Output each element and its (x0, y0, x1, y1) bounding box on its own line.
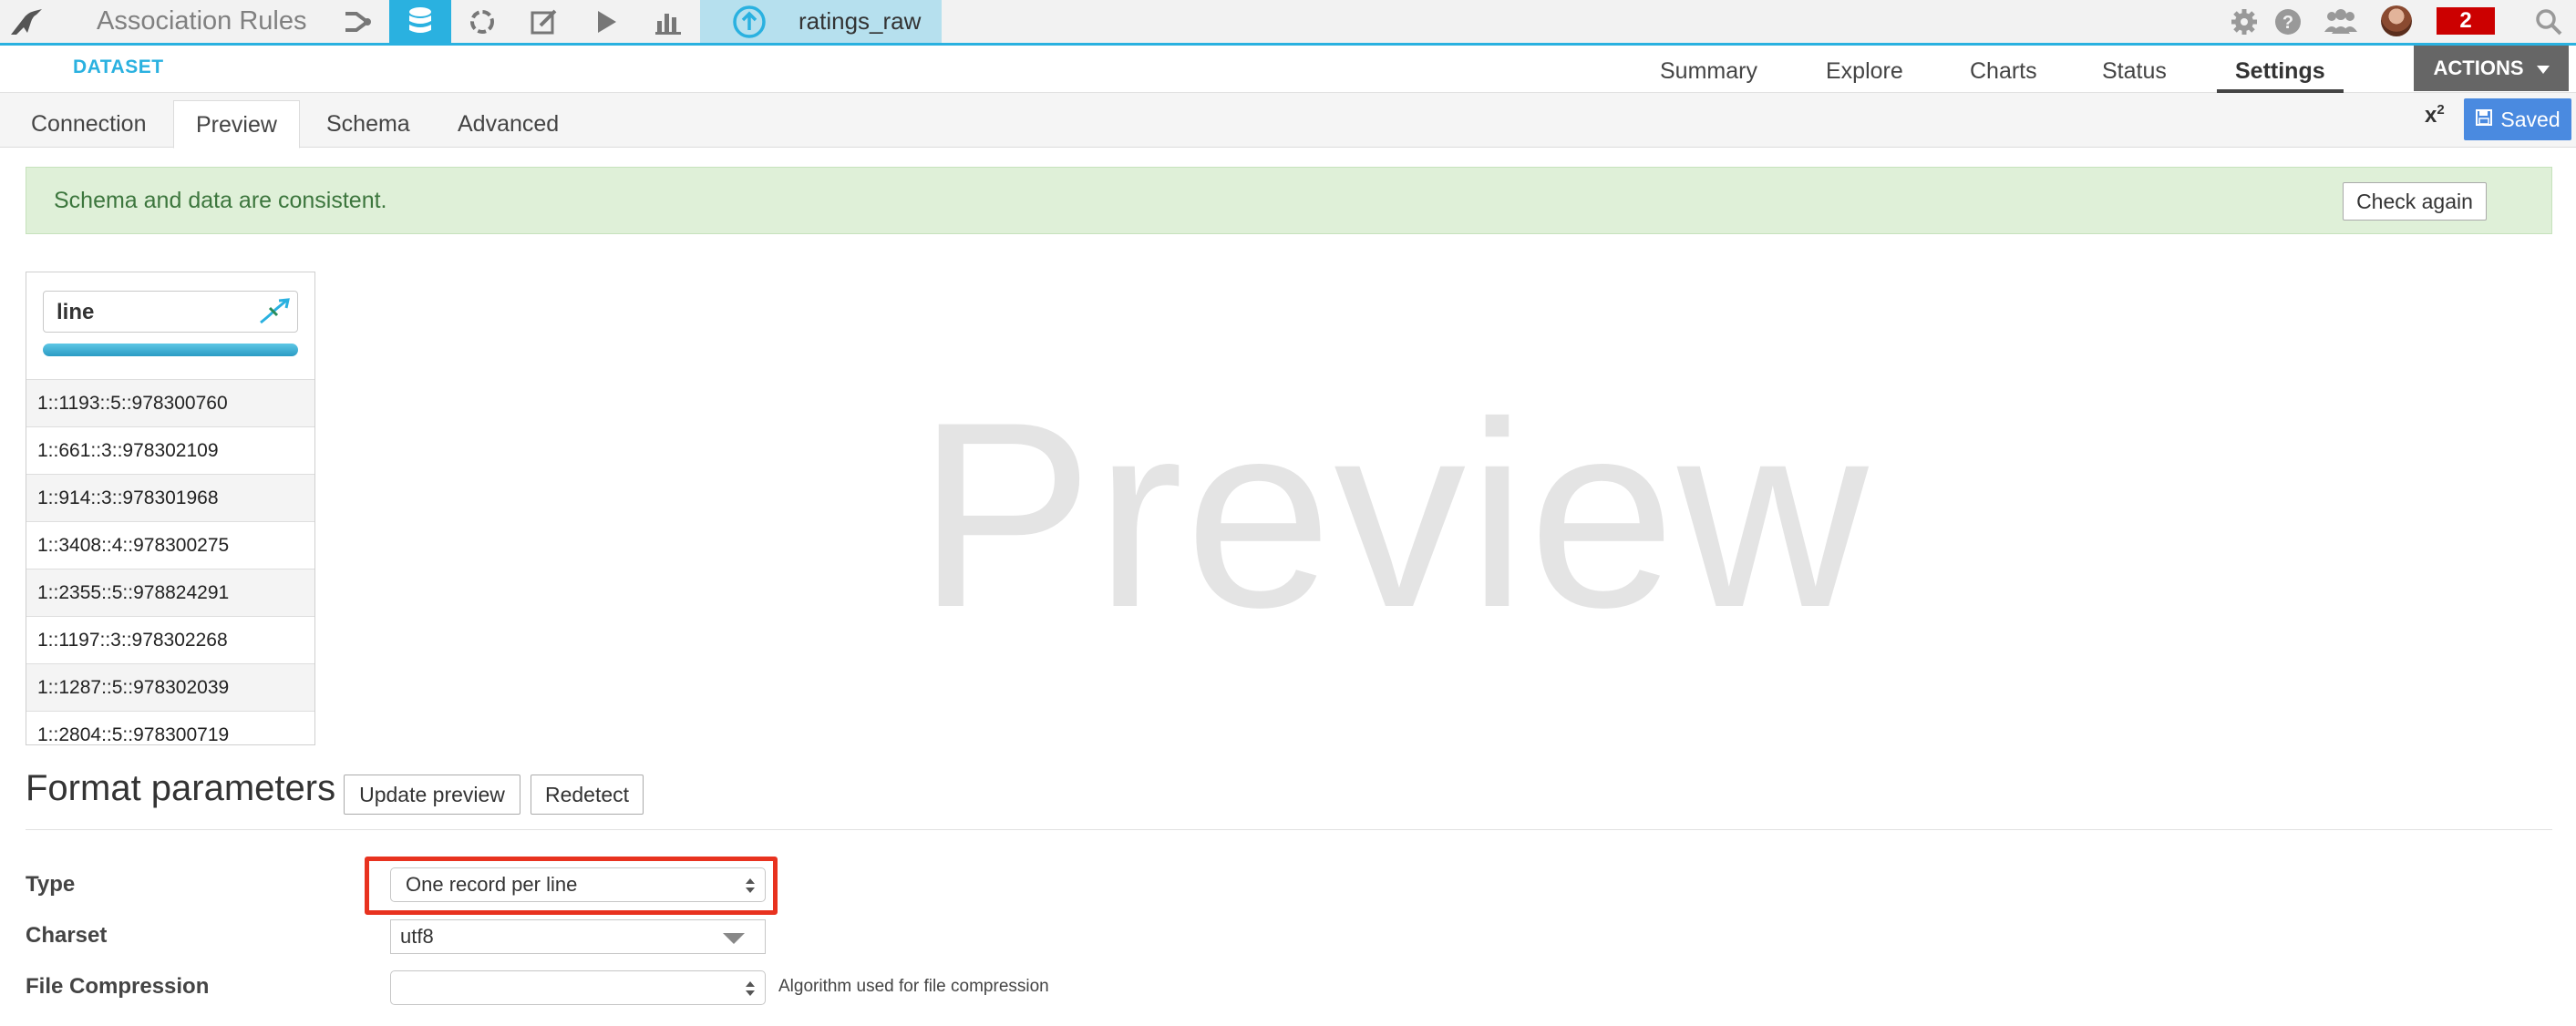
check-again-button[interactable]: Check again (2343, 182, 2487, 221)
type-label: Type (26, 872, 76, 897)
file-compression-select[interactable] (390, 970, 766, 1005)
column-quality-bar (43, 344, 298, 356)
jobs-icon[interactable] (575, 0, 637, 43)
schema-consistency-alert: Schema and data are consistent. (26, 167, 2552, 234)
datasets-icon[interactable] (389, 0, 451, 43)
app-logo-icon[interactable] (0, 0, 55, 43)
charset-select-value: utf8 (400, 925, 434, 948)
charset-select[interactable]: utf8 (390, 919, 766, 954)
dashboards-icon[interactable] (637, 0, 699, 43)
recipes-icon[interactable] (451, 0, 513, 43)
tab-status[interactable]: Status (2102, 46, 2167, 93)
charset-label: Charset (26, 923, 108, 948)
help-icon[interactable]: ? (2272, 0, 2304, 43)
caret-down-icon (723, 933, 745, 944)
alert-message: Schema and data are consistent. (54, 188, 387, 213)
table-row: 1::1193::5::978300760 (26, 380, 314, 427)
tab-summary[interactable]: Summary (1660, 46, 1757, 93)
section-divider (26, 829, 2552, 830)
save-icon (2475, 108, 2493, 132)
tab-schema[interactable]: Schema (304, 100, 432, 148)
table-row: 1::2804::5::978300719 (26, 712, 314, 744)
preview-table: line 1::1193::5::978300760 1::661::3::97… (26, 272, 315, 745)
dataset-header-bar (0, 46, 2576, 93)
column-type-icon[interactable] (259, 297, 292, 326)
tab-connection[interactable]: Connection (9, 100, 168, 148)
file-compression-label: File Compression (26, 974, 210, 999)
actions-label: ACTIONS (2433, 56, 2524, 79)
select-arrows-icon (745, 977, 756, 999)
table-row: 1::1197::3::978302268 (26, 617, 314, 664)
column-name-box[interactable]: line (43, 291, 298, 333)
flow-icon[interactable] (326, 0, 388, 43)
update-preview-button[interactable]: Update preview (344, 775, 520, 815)
tab-explore[interactable]: Explore (1826, 46, 1903, 93)
preview-watermark: Preview (917, 367, 1870, 662)
saved-button[interactable]: Saved (2464, 98, 2571, 140)
gear-icon[interactable] (2228, 0, 2261, 43)
type-select-value: One record per line (406, 873, 578, 896)
saved-label: Saved (2500, 107, 2561, 131)
table-row: 1::2355::5::978824291 (26, 569, 314, 617)
dataset-section-label: DATASET (73, 56, 164, 77)
select-arrows-icon (745, 874, 756, 896)
tab-advanced[interactable]: Advanced (436, 100, 581, 148)
user-avatar[interactable] (2381, 5, 2412, 36)
project-title[interactable]: Association Rules (97, 0, 307, 43)
notebooks-icon[interactable] (513, 0, 575, 43)
svg-text:?: ? (2282, 13, 2293, 33)
file-compression-help: Algorithm used for file compression (778, 977, 1049, 996)
search-icon[interactable] (2530, 0, 2567, 43)
table-row: 1::661::3::978302109 (26, 427, 314, 475)
dataset-name: ratings_raw (799, 7, 922, 35)
table-row: 1::1287::5::978302039 (26, 664, 314, 712)
column-name: line (57, 300, 95, 324)
type-select[interactable]: One record per line (390, 867, 766, 902)
upload-dataset-icon (731, 4, 768, 40)
chi-square-icon[interactable]: x2 (2425, 102, 2445, 128)
tab-preview[interactable]: Preview (173, 100, 300, 149)
tab-settings[interactable]: Settings (2217, 46, 2344, 93)
table-row: 1::3408::4::978300275 (26, 522, 314, 569)
table-row: 1::914::3::978301968 (26, 475, 314, 522)
caret-down-icon (2536, 56, 2550, 80)
users-icon[interactable] (2321, 0, 2361, 43)
notifications-badge[interactable]: 2 (2437, 7, 2495, 35)
tab-charts[interactable]: Charts (1970, 46, 2037, 93)
open-dataset-tab[interactable]: ratings_raw (700, 0, 942, 43)
redetect-button[interactable]: Redetect (531, 775, 644, 815)
actions-button[interactable]: ACTIONS (2414, 46, 2569, 91)
column-header[interactable]: line (26, 272, 314, 380)
format-parameters-title: Format parameters (26, 768, 336, 808)
